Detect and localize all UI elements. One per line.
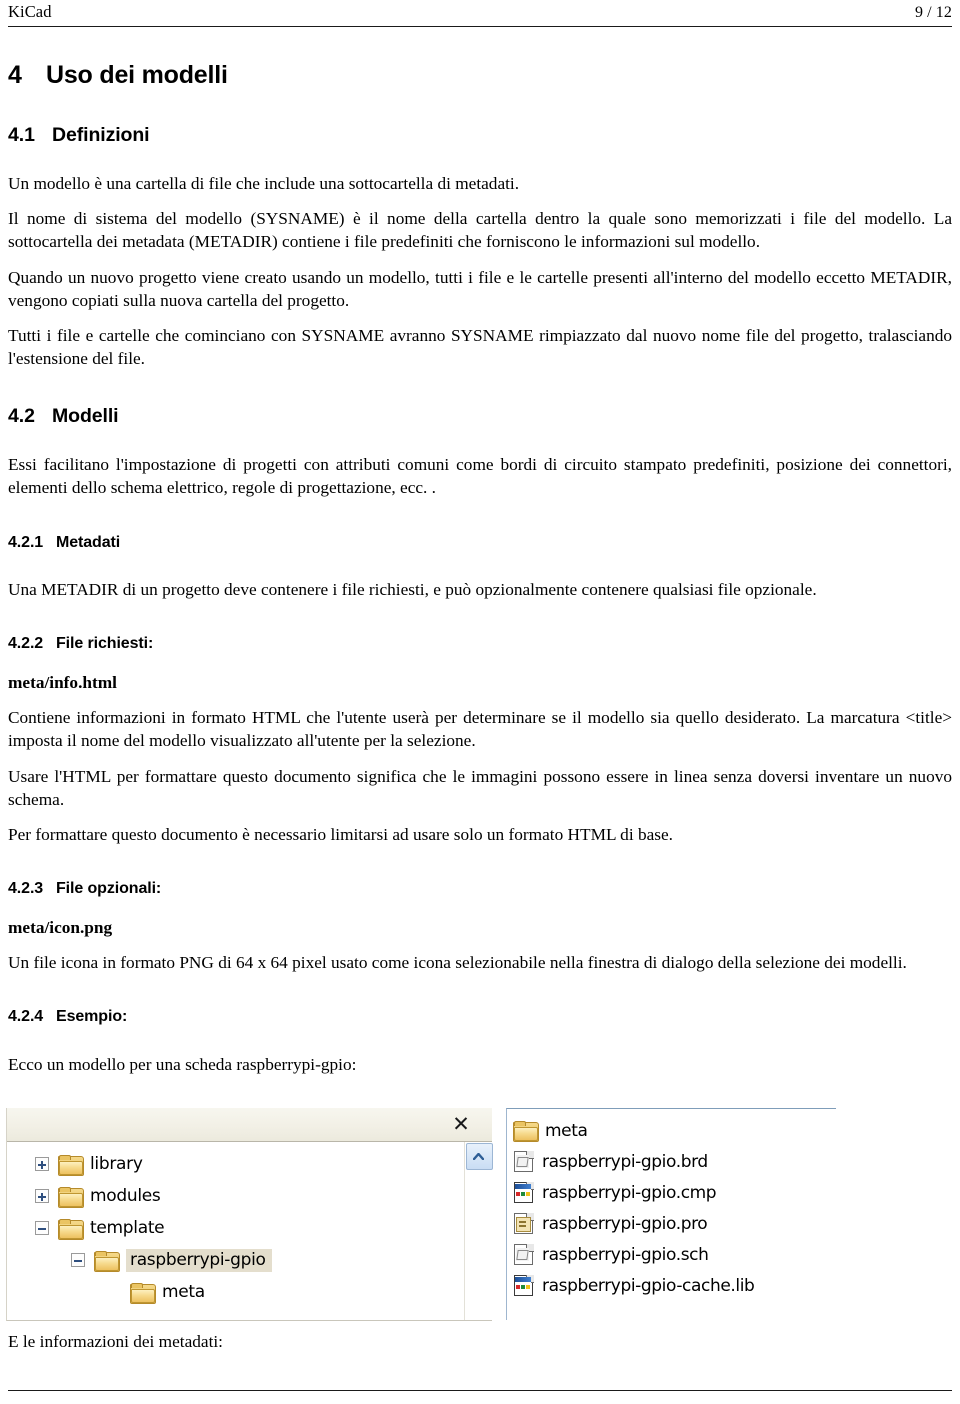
tree-item-meta[interactable]: meta — [7, 1276, 464, 1308]
file-label: raspberrypi-gpio-cache.lib — [542, 1275, 755, 1296]
file-list-item-pro[interactable]: raspberrypi-gpio.pro — [513, 1208, 836, 1239]
close-icon[interactable]: ✕ — [450, 1112, 472, 1136]
tree-item-label: meta — [162, 1282, 205, 1302]
heading-4: 4 Uso dei modelli — [8, 61, 952, 90]
paragraph-basic-html-only: Per formattare questo documento è necess… — [8, 825, 673, 845]
heading-4-2-3-number: 4.2.3 — [8, 880, 44, 898]
tree-item-library[interactable]: library — [7, 1148, 464, 1180]
expand-plus-icon[interactable] — [35, 1189, 49, 1203]
explorer-file-list-pane: meta raspberrypi-gpio.brd raspberrypi-gp… — [506, 1108, 836, 1320]
tree-item-label: template — [90, 1218, 165, 1238]
file-label: raspberrypi-gpio.cmp — [542, 1182, 717, 1203]
explorer-pane-header: ✕ — [7, 1108, 492, 1142]
paragraph-templates-benefits: Essi facilitano l'impostazione di proget… — [8, 455, 952, 498]
scroll-up-button[interactable] — [466, 1143, 493, 1170]
heading-4-2-2-title: File richiesti: — [56, 635, 154, 653]
component-file-icon — [513, 1181, 535, 1204]
schematic-file-icon — [513, 1243, 535, 1266]
file-label: raspberrypi-gpio.pro — [542, 1213, 708, 1234]
heading-4-2-2-number: 4.2.2 — [8, 635, 44, 653]
folder-icon — [58, 1154, 84, 1176]
paragraph-new-project-copy: Quando un nuovo progetto viene creato us… — [8, 267, 952, 310]
heading-4-1: 4.1 Definizioni — [8, 124, 952, 146]
header-document-title: KiCad — [8, 2, 52, 21]
file-list-item-brd[interactable]: raspberrypi-gpio.brd — [513, 1146, 836, 1177]
tree-item-raspberrypi-gpio[interactable]: raspberrypi-gpio — [7, 1244, 464, 1276]
heading-4-1-title: Definizioni — [52, 123, 150, 146]
paragraph-metadata-intro: E le informazioni dei metadati: — [8, 1332, 223, 1351]
tree-vertical-scrollbar[interactable] — [464, 1142, 493, 1320]
heading-4-2-3: 4.2.3 File opzionali: — [8, 880, 952, 898]
file-explorer-screenshot: ✕ library modules template raspberrypi-g… — [6, 1108, 836, 1321]
tree-item-label: modules — [90, 1186, 161, 1206]
heading-4-2-1-number: 4.2.1 — [8, 533, 44, 551]
file-label: raspberrypi-gpio.brd — [542, 1151, 708, 1172]
tree-item-template[interactable]: template — [7, 1212, 464, 1244]
heading-4-2: 4.2 Modelli — [8, 405, 952, 427]
chevron-up-icon — [473, 1153, 484, 1160]
heading-4-2-number: 4.2 — [8, 404, 35, 427]
file-label: raspberrypi-gpio.sch — [542, 1244, 709, 1265]
heading-4-2-1-title: Metadati — [56, 533, 121, 551]
heading-4-2-4-title: Esempio: — [56, 1008, 128, 1026]
paragraph-info-html-description: Contiene informazioni in formato HTML ch… — [8, 708, 952, 751]
folder-icon — [513, 1121, 539, 1142]
file-list-item-cmp[interactable]: raspberrypi-gpio.cmp — [513, 1177, 836, 1208]
paragraph-icon-png-description: Un file icona in formato PNG di 64 x 64 … — [8, 953, 907, 973]
tree-item-modules[interactable]: modules — [7, 1180, 464, 1212]
explorer-tree-pane: ✕ library modules template raspberrypi-g… — [6, 1108, 493, 1321]
paragraph-sysname-rename: Tutti i file e cartelle che cominciano c… — [8, 326, 952, 369]
paragraph-definition-intro: Un modello è una cartella di file che in… — [8, 173, 520, 193]
folder-icon — [58, 1186, 84, 1208]
header-rule — [8, 26, 952, 27]
heading-4-title: Uso dei modelli — [46, 61, 228, 89]
filename-meta-icon-png: meta/icon.png — [8, 917, 113, 937]
tree-item-label-selected: raspberrypi-gpio — [126, 1248, 272, 1272]
heading-4-2-1: 4.2.1 Metadati — [8, 534, 952, 552]
folder-icon — [94, 1250, 120, 1272]
board-file-icon — [513, 1150, 535, 1173]
file-label: meta — [545, 1120, 588, 1141]
tree-item-label: library — [90, 1154, 143, 1174]
collapse-minus-icon[interactable] — [71, 1253, 85, 1267]
document-body: 4 Uso dei modelli 4.1 Definizioni Un model… — [8, 61, 952, 1076]
heading-4-2-2: 4.2.2 File richiesti: — [8, 635, 952, 653]
heading-4-2-title: Modelli — [52, 404, 119, 427]
collapse-minus-icon[interactable] — [35, 1221, 49, 1235]
document-page: KiCad 9 / 12 4 Uso dei modelli 4.1 Definiz… — [0, 0, 960, 1404]
heading-4-2-3-title: File opzionali: — [56, 880, 162, 898]
scrollbar-track[interactable] — [467, 1170, 490, 1320]
paragraph-metadir-requirements: Una METADIR di un progetto deve contener… — [8, 579, 817, 599]
heading-4-1-number: 4.1 — [8, 123, 35, 146]
folder-icon — [130, 1282, 156, 1304]
library-file-icon — [513, 1274, 535, 1297]
folder-icon — [58, 1218, 84, 1240]
project-file-icon — [513, 1212, 535, 1235]
folder-tree: library modules template raspberrypi-gpi… — [7, 1142, 464, 1320]
running-header: KiCad 9 / 12 — [8, 2, 952, 22]
paragraph-html-inline-images: Usare l'HTML per formattare questo docum… — [8, 766, 952, 809]
paragraph-sysname-metadir: Il nome di sistema del modello (SYSNAME)… — [8, 209, 952, 252]
heading-4-2-4: 4.2.4 Esempio: — [8, 1008, 952, 1026]
header-page-indicator: 9 / 12 — [914, 4, 952, 21]
file-list-item-sch[interactable]: raspberrypi-gpio.sch — [513, 1239, 836, 1270]
file-list-item-meta[interactable]: meta — [513, 1115, 836, 1146]
file-list-item-cache-lib[interactable]: raspberrypi-gpio-cache.lib — [513, 1270, 836, 1301]
heading-4-2-4-number: 4.2.4 — [8, 1008, 44, 1026]
paragraph-example-intro: Ecco un modello per una scheda raspberry… — [8, 1054, 357, 1074]
expand-plus-icon[interactable] — [35, 1157, 49, 1171]
footer-rule — [8, 1390, 952, 1391]
filename-meta-info-html: meta/info.html — [8, 672, 117, 692]
heading-4-number: 4 — [8, 61, 22, 89]
